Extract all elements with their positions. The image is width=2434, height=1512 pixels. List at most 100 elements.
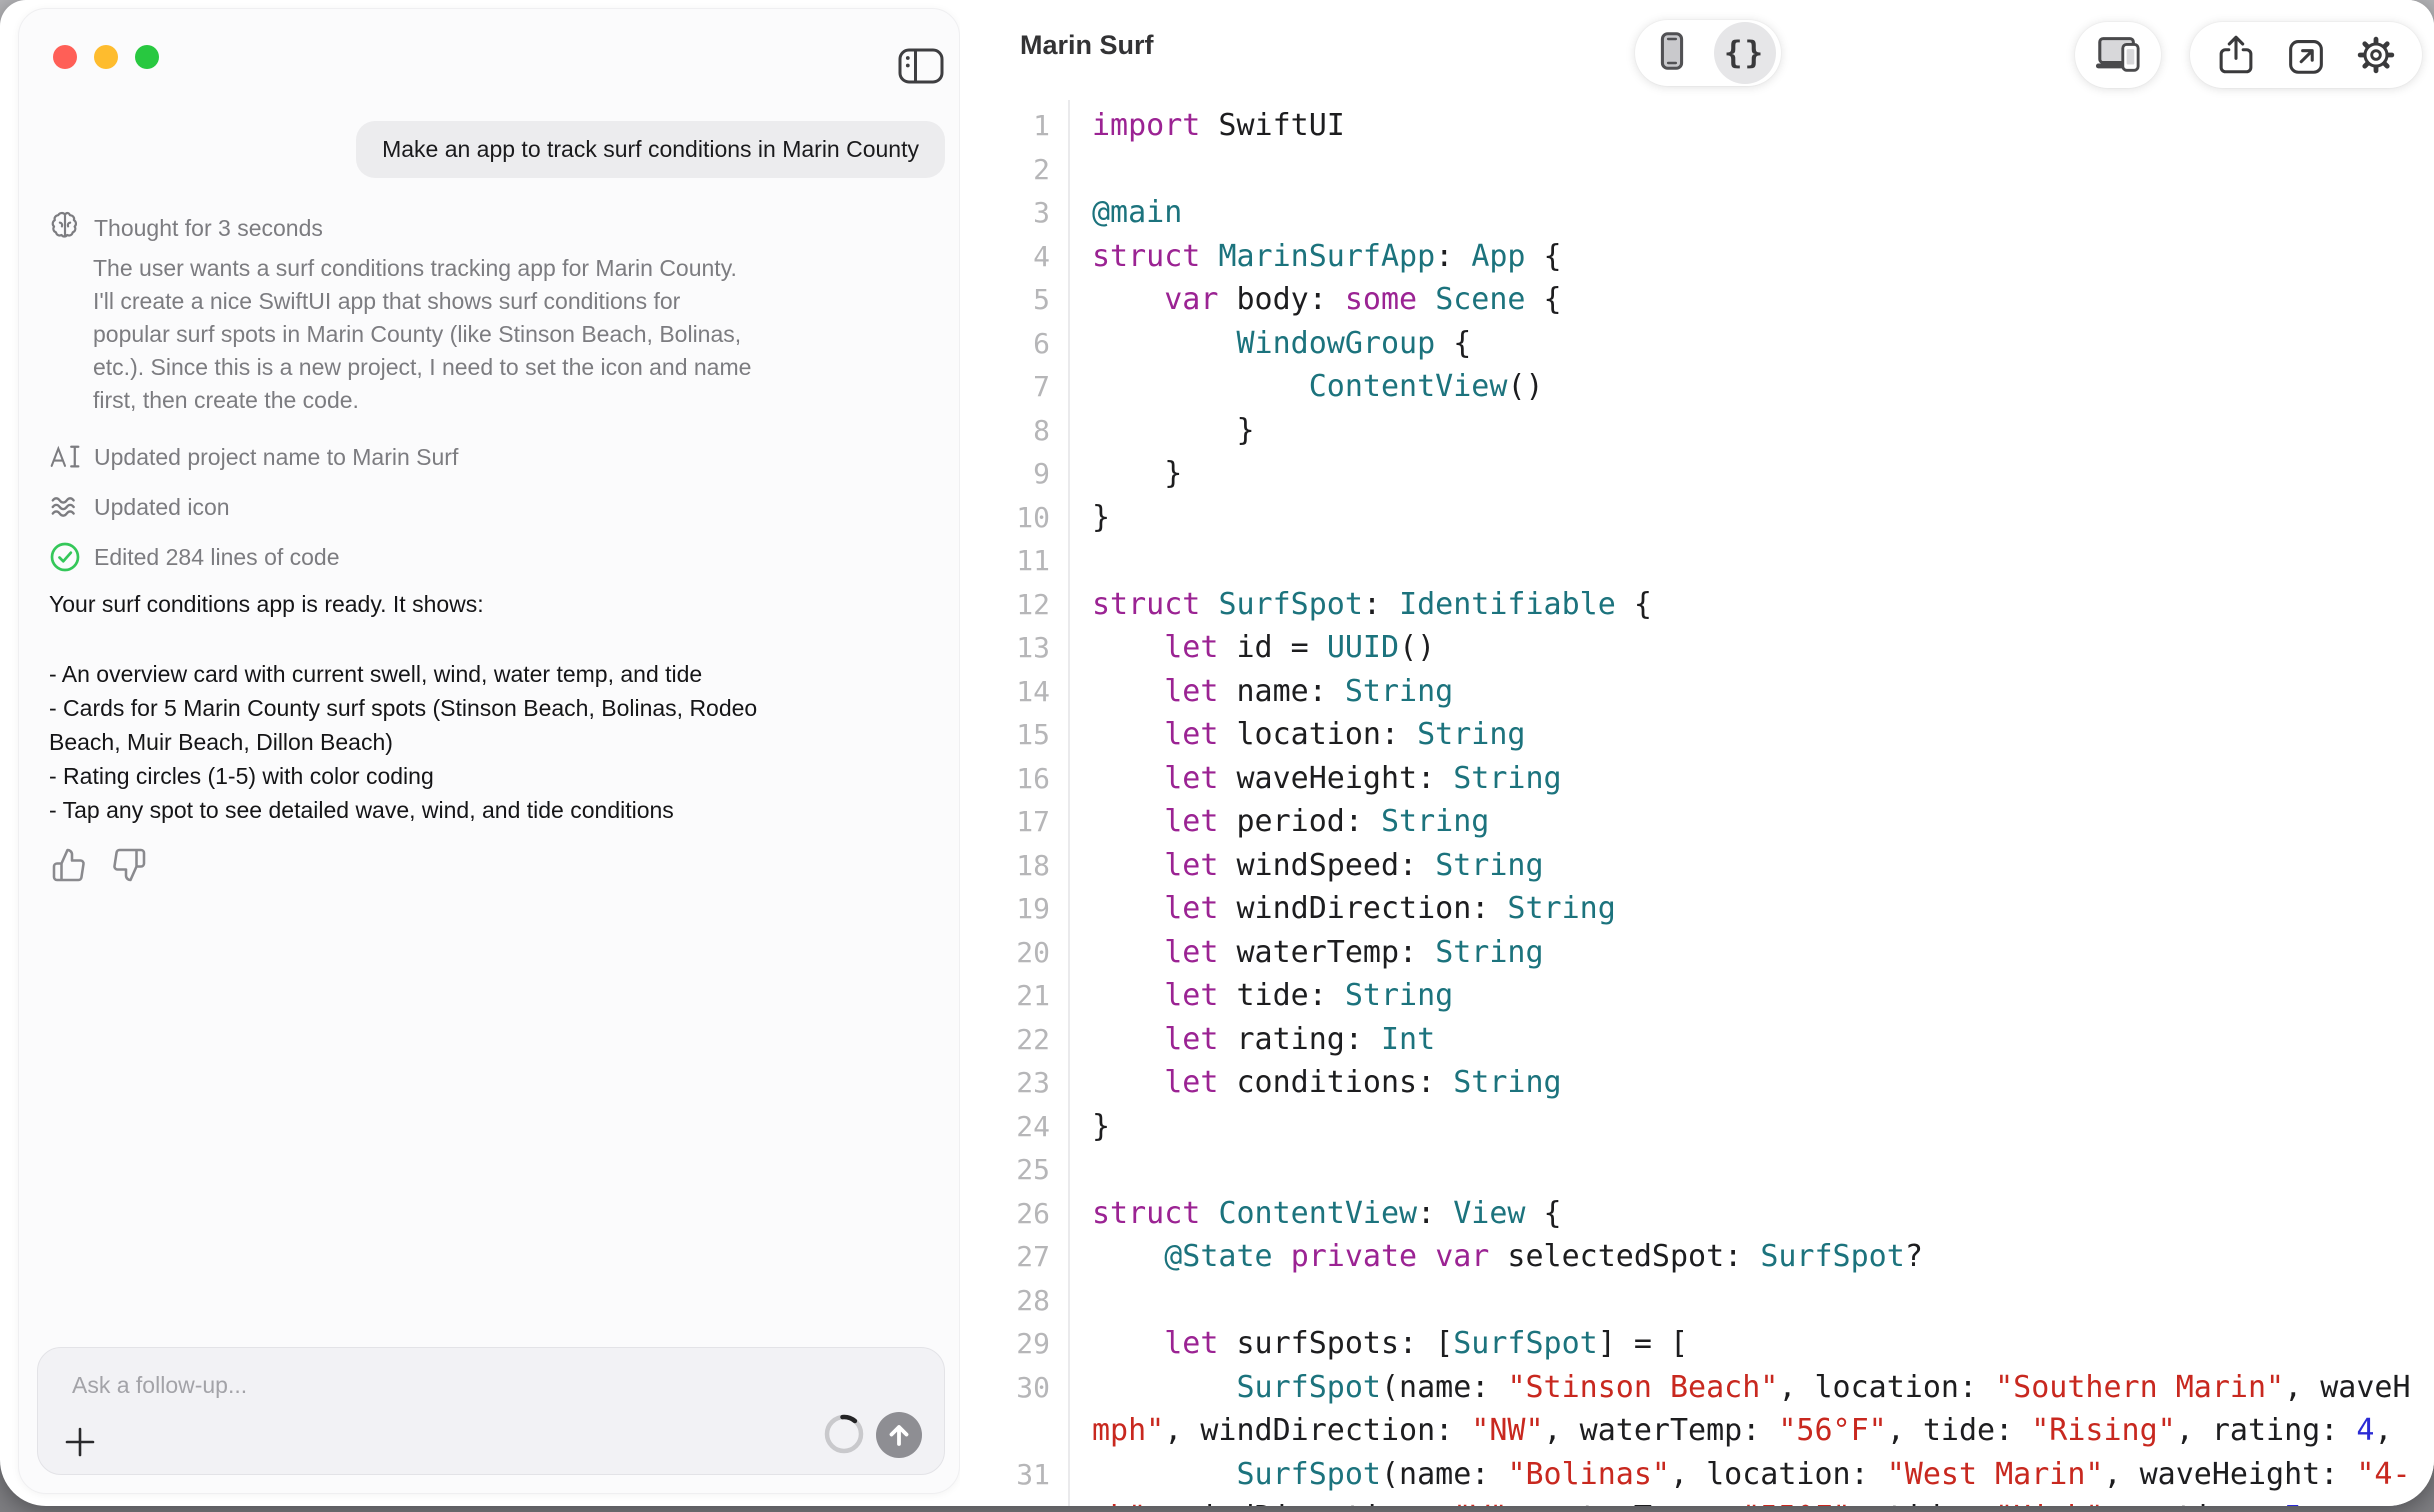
status-label: Updated project name to Marin Surf <box>94 444 458 471</box>
code-text: } <box>1092 496 1110 540</box>
send-button[interactable] <box>876 1412 922 1458</box>
status-row-icon-update: Updated icon <box>49 489 230 525</box>
code-line: 27 @State private var selectedSpot: Surf… <box>960 1235 2434 1279</box>
line-number: 7 <box>960 365 1064 409</box>
code-line: 4struct MarinSurfApp: App { <box>960 235 2434 279</box>
line-number: 6 <box>960 322 1064 366</box>
view-mode-segmented-control: {} <box>1635 20 1781 86</box>
minimize-window-button[interactable] <box>94 45 118 69</box>
code-text: } <box>1092 452 1182 496</box>
iphone-icon <box>1649 28 1695 79</box>
line-number: 9 <box>960 452 1064 496</box>
code-text: let conditions: String <box>1092 1061 1562 1105</box>
answer-bullets: - An overview card with current swell, w… <box>49 657 757 827</box>
code-text: @State private var selectedSpot: SurfSpo… <box>1092 1235 1923 1279</box>
close-window-button[interactable] <box>53 45 77 69</box>
sidebar-toggle-icon[interactable] <box>897 47 945 85</box>
devices-button[interactable] <box>2075 22 2161 88</box>
line-number: 26 <box>960 1192 1064 1236</box>
code-text: var body: some Scene { <box>1092 278 1562 322</box>
line-number: 11 <box>960 539 1064 583</box>
line-number: 23 <box>960 1061 1064 1105</box>
thought-line: etc.). Since this is a new project, I ne… <box>93 351 751 384</box>
code-line: mph", windDirection: "NW", waterTemp: "5… <box>960 1409 2434 1453</box>
code-text: let windDirection: String <box>1092 887 1616 931</box>
code-line: 17 let period: String <box>960 800 2434 844</box>
answer-line: - Cards for 5 Marin County surf spots (S… <box>49 691 757 725</box>
code-line: 20 let waterTemp: String <box>960 931 2434 975</box>
status-label: Updated icon <box>94 494 230 521</box>
line-number: 30 <box>960 1366 1064 1410</box>
code-line: 19 let windDirection: String <box>960 887 2434 931</box>
share-icon[interactable] <box>2212 31 2260 79</box>
zoom-window-button[interactable] <box>135 45 159 69</box>
user-message-bubble: Make an app to track surf conditions in … <box>356 121 945 178</box>
usage-ring-indicator <box>822 1412 866 1456</box>
brain-icon <box>49 209 81 247</box>
thought-line: popular surf spots in Marin County (like… <box>93 318 751 351</box>
code-text: let tide: String <box>1092 974 1453 1018</box>
app-window: Make an app to track surf conditions in … <box>0 0 2434 1506</box>
code-line: 1 import SwiftUI <box>960 104 2434 148</box>
code-text: let id = UUID() <box>1092 626 1435 670</box>
line-number: 14 <box>960 670 1064 714</box>
code-rows[interactable]: 1 import SwiftUI 23@main4struct MarinSurfA… <box>960 104 2434 1506</box>
code-line: 8 } <box>960 409 2434 453</box>
code-tab[interactable]: {} <box>1714 22 1776 84</box>
answer-line: - Rating circles (1-5) with color coding <box>49 759 757 793</box>
code-text: let windSpeed: String <box>1092 844 1544 888</box>
code-text: ContentView() <box>1092 365 1544 409</box>
thought-line: first, then create the code. <box>93 384 751 417</box>
line-number: 21 <box>960 974 1064 1018</box>
code-line: 3@main <box>960 191 2434 235</box>
thumbs-up-icon[interactable] <box>51 847 87 885</box>
check-circle-icon <box>49 541 81 573</box>
code-text: SurfSpot(name: "Stinson Beach", location… <box>1092 1366 2411 1410</box>
code-braces-icon: {} <box>1724 35 1765 71</box>
answer-intro: Your surf conditions app is ready. It sh… <box>49 591 484 618</box>
line-number: 15 <box>960 713 1064 757</box>
thought-body: The user wants a surf conditions trackin… <box>93 252 751 417</box>
line-number: 5 <box>960 278 1064 322</box>
code-line: 18 let windSpeed: String <box>960 844 2434 888</box>
code-line: 5 var body: some Scene { <box>960 278 2434 322</box>
code-text: struct SurfSpot: Identifiable { <box>1092 583 1652 627</box>
input-placeholder: Ask a follow-up... <box>72 1372 247 1399</box>
code-line: 13 let id = UUID() <box>960 626 2434 670</box>
line-number: 27 <box>960 1235 1064 1279</box>
line-number: 12 <box>960 583 1064 627</box>
code-line: 23 let conditions: String <box>960 1061 2434 1105</box>
line-number: 2 <box>960 148 1064 192</box>
line-number: 31 <box>960 1453 1064 1497</box>
thought-line: The user wants a surf conditions trackin… <box>93 252 751 285</box>
code-line: 9 } <box>960 452 2434 496</box>
status-row-edited: Edited 284 lines of code <box>49 539 340 575</box>
answer-line: - Tap any spot to see detailed wave, win… <box>49 793 757 827</box>
code-line: 22 let rating: Int <box>960 1018 2434 1062</box>
code-text: import SwiftUI <box>1092 104 1345 148</box>
thumbs-down-icon[interactable] <box>111 847 147 885</box>
code-text: let rating: Int <box>1092 1018 1435 1062</box>
line-number: 1 <box>960 104 1064 148</box>
follow-up-input[interactable]: Ask a follow-up... <box>37 1347 945 1475</box>
answer-line: Beach, Muir Beach, Dillon Beach) <box>49 725 757 759</box>
thought-header[interactable]: Thought for 3 seconds <box>49 209 323 247</box>
code-text: WindowGroup { <box>1092 322 1471 366</box>
code-text: let surfSpots: [SurfSpot] = [ <box>1092 1322 1688 1366</box>
open-in-new-icon[interactable] <box>2282 31 2330 79</box>
settings-gear-icon[interactable] <box>2352 31 2400 79</box>
code-line: 11 <box>960 539 2434 583</box>
feedback-buttons <box>51 847 147 885</box>
code-line: 2 <box>960 148 2434 192</box>
answer-line: - An overview card with current swell, w… <box>49 657 757 691</box>
line-number: 18 <box>960 844 1064 888</box>
preview-phone-tab[interactable] <box>1641 22 1703 84</box>
code-line: ph", windDirection: "W", waterTemp: "55°… <box>960 1496 2434 1506</box>
code-line: 7 ContentView() <box>960 365 2434 409</box>
code-text: let name: String <box>1092 670 1453 714</box>
add-attachment-button[interactable] <box>62 1424 98 1460</box>
code-line: 21 let tide: String <box>960 974 2434 1018</box>
line-number: 29 <box>960 1322 1064 1366</box>
line-number: 25 <box>960 1148 1064 1192</box>
line-number: 22 <box>960 1018 1064 1062</box>
